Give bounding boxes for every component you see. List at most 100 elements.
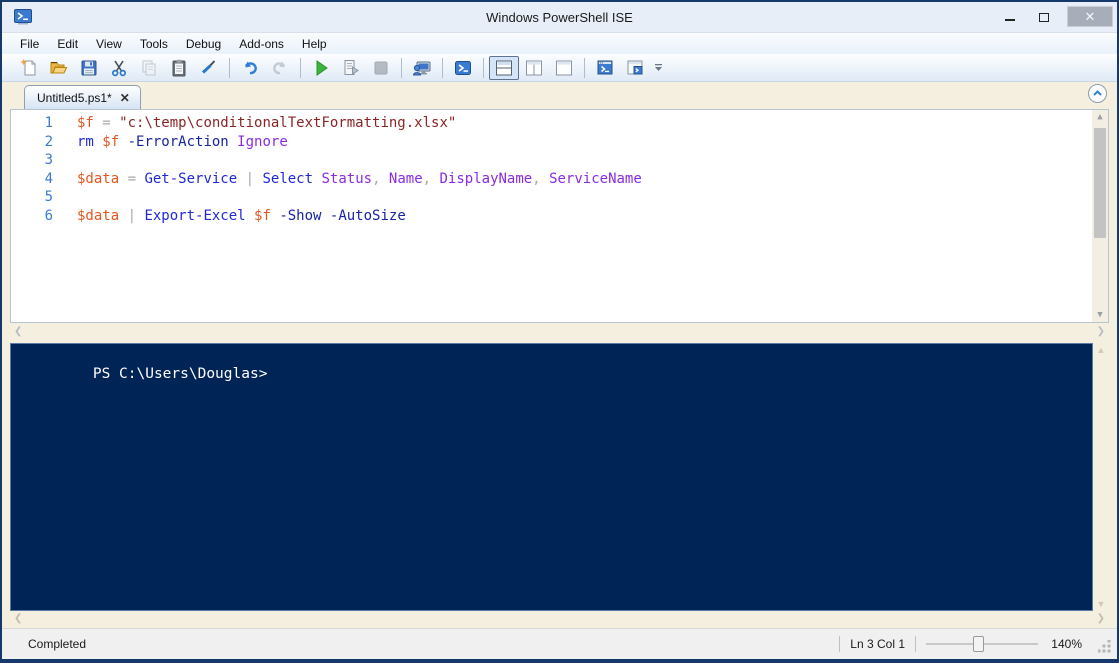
scroll-down-icon[interactable]: ▼ [1097, 599, 1106, 609]
new-powershell-tab-button[interactable] [590, 56, 620, 80]
run-selection-button[interactable] [336, 56, 366, 80]
save-script-button[interactable] [74, 56, 104, 80]
menu-view[interactable]: View [88, 35, 130, 53]
code-token: Status [321, 170, 373, 187]
editor-scrollbar-thumb[interactable] [1094, 128, 1106, 238]
toolbar-separator [483, 57, 484, 78]
menu-tools[interactable]: Tools [132, 35, 176, 53]
scroll-left-icon[interactable]: ❮ [14, 326, 22, 337]
show-script-pane-right-button[interactable] [519, 56, 549, 80]
scroll-right-icon[interactable]: ❯ [1097, 326, 1105, 337]
code-token: Name [388, 170, 423, 187]
clear-console-pane-button[interactable] [194, 56, 224, 80]
code-token: ServiceName [549, 170, 642, 187]
scroll-right-icon[interactable]: ❯ [1097, 613, 1105, 624]
stop-operation-icon [374, 61, 388, 74]
zoom-slider[interactable] [926, 635, 1038, 653]
copy-button[interactable] [134, 56, 164, 80]
show-command-window-button[interactable] [620, 56, 650, 80]
menu-help[interactable]: Help [294, 35, 335, 53]
cut-button[interactable] [104, 56, 134, 80]
console-row: PS C:\Users\Douglas> ▲ ▼ [10, 343, 1109, 611]
show-script-pane-maximized-icon [556, 60, 572, 75]
code-token: , [422, 170, 440, 187]
tab-close-icon[interactable]: ✕ [120, 91, 130, 105]
code-token: $f [254, 207, 280, 224]
editor-horizontal-scrollbar[interactable]: ❮ ❯ [10, 323, 1109, 339]
show-script-pane-top-button[interactable] [489, 55, 519, 80]
start-powershell-icon [455, 60, 471, 75]
code-token: Ignore [237, 133, 288, 150]
code-token: -Show -AutoSize [279, 207, 406, 224]
run-selection-icon [344, 59, 359, 75]
console-prompt: PS C:\Users\Douglas> [92, 366, 268, 382]
line-number: 2 [44, 133, 53, 150]
toolbar-overflow-icon [655, 64, 662, 71]
line-number: 6 [44, 207, 53, 224]
toolbar-overflow-button[interactable] [654, 63, 663, 72]
console-horizontal-scrollbar[interactable]: ❮ ❯ [10, 611, 1109, 625]
paste-icon [172, 59, 186, 76]
code-line: 3 [11, 151, 1108, 170]
stop-operation-button[interactable] [366, 56, 396, 80]
undo-icon [244, 61, 257, 74]
save-script-icon [81, 60, 97, 75]
menu-file[interactable]: File [12, 35, 47, 53]
close-button[interactable]: ✕ [1067, 6, 1113, 27]
toolbar-separator [584, 57, 585, 78]
line-number: 4 [44, 170, 53, 187]
undo-button[interactable] [235, 56, 265, 80]
script-tab-label: Untitled5.ps1* [37, 90, 112, 105]
minimize-button[interactable] [993, 6, 1027, 28]
redo-button[interactable] [265, 56, 295, 80]
chevron-up-icon [1093, 90, 1102, 96]
tab-bar: Untitled5.ps1* ✕ [10, 82, 1109, 109]
resize-grip-icon[interactable] [1098, 640, 1111, 653]
show-command-window-icon [627, 60, 643, 74]
status-bar: Completed Ln 3 Col 1 140% [2, 628, 1117, 659]
show-script-pane-maximized-button[interactable] [549, 56, 579, 80]
script-editor[interactable]: 1 $f = "c:\temp\conditionalTextFormatting… [10, 109, 1109, 323]
scroll-down-icon[interactable]: ▼ [1097, 308, 1102, 322]
scroll-up-icon[interactable]: ▲ [1097, 110, 1102, 124]
code-token: "c:\temp\conditionalTextFormatting.xlsx" [119, 115, 457, 131]
title-bar: Windows PowerShell ISE ✕ [2, 2, 1117, 33]
maximize-icon [1039, 12, 1049, 22]
menu-edit[interactable]: Edit [49, 35, 86, 53]
paste-button[interactable] [164, 56, 194, 80]
new-remote-powershell-tab-button[interactable] [407, 56, 437, 80]
new-remote-powershell-tab-icon [412, 61, 431, 75]
run-script-button[interactable] [306, 56, 336, 80]
code-token: = [119, 170, 145, 187]
code-token: $data [77, 170, 120, 187]
start-powershell-button[interactable] [448, 56, 478, 80]
minimize-icon [1005, 19, 1015, 21]
code-token: , [532, 170, 550, 187]
code-area: 1 $f = "c:\temp\conditionalTextFormatting… [11, 110, 1108, 225]
code-line: 6 $data | Export-Excel $f -Show -AutoSize [11, 207, 1108, 226]
scroll-up-icon[interactable]: ▲ [1097, 345, 1106, 355]
close-icon: ✕ [1084, 8, 1096, 24]
status-separator [839, 636, 841, 652]
scroll-left-icon[interactable]: ❮ [14, 613, 22, 624]
code-token: | [245, 170, 263, 187]
console-pane[interactable]: PS C:\Users\Douglas> [10, 343, 1093, 611]
run-script-icon [316, 59, 328, 76]
code-token: $f [77, 115, 94, 131]
maximize-button[interactable] [1027, 6, 1061, 28]
line-number: 3 [44, 152, 53, 168]
new-powershell-tab-icon [597, 60, 613, 74]
menu-debug[interactable]: Debug [178, 35, 229, 53]
new-script-icon [20, 58, 36, 75]
collapse-script-pane-button[interactable] [1088, 84, 1107, 103]
new-script-button[interactable] [14, 56, 44, 80]
editor-vertical-scrollbar[interactable]: ▲ ▼ [1092, 110, 1108, 322]
code-token: | [127, 207, 145, 224]
zoom-slider-thumb[interactable] [973, 636, 985, 652]
console-vertical-scrollbar[interactable]: ▲ ▼ [1093, 343, 1109, 611]
show-script-pane-right-icon [526, 60, 542, 75]
open-script-button[interactable] [44, 56, 74, 80]
toolbar-separator [401, 57, 402, 78]
script-tab[interactable]: Untitled5.ps1* ✕ [24, 85, 141, 109]
menu-add-ons[interactable]: Add-ons [231, 35, 292, 53]
